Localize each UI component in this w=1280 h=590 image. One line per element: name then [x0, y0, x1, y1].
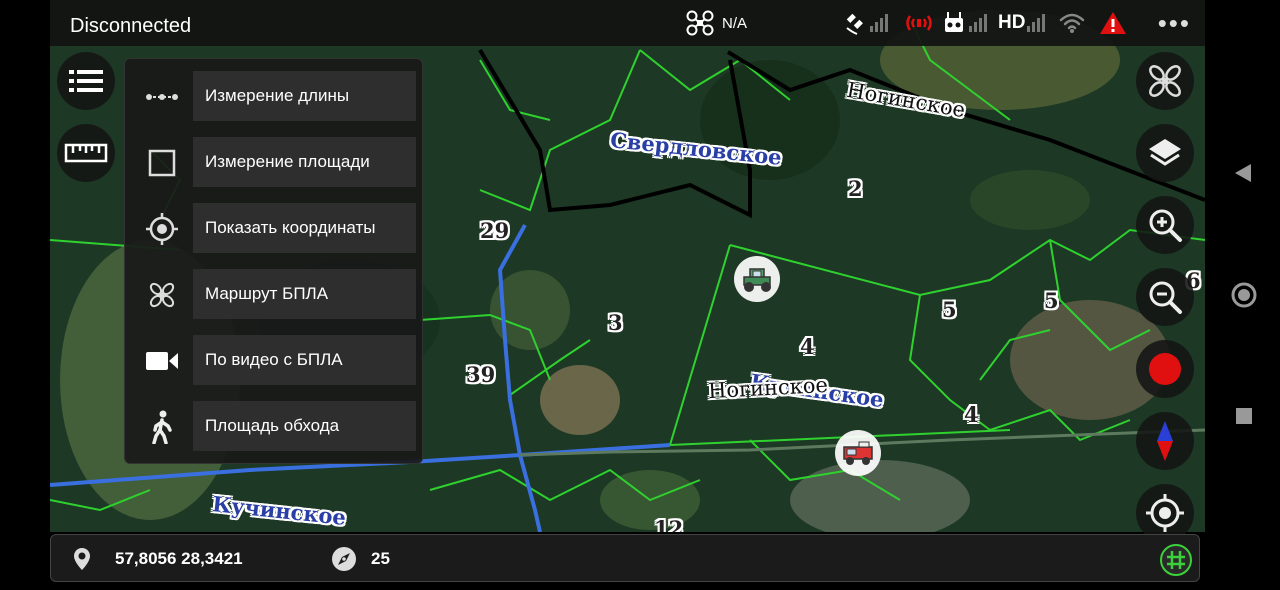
- plot-number: 29: [480, 218, 510, 243]
- menu-item-uav-video[interactable]: По видео с БПЛА: [125, 335, 424, 387]
- satellite-icon: [846, 13, 888, 35]
- compass-heading-icon: [332, 547, 356, 571]
- drone-icon: [1149, 65, 1181, 97]
- fire-truck-marker[interactable]: [835, 430, 881, 476]
- menu-item-label: Измерение площади: [205, 152, 370, 171]
- menu-item-patrol-area[interactable]: Площадь обхода: [125, 401, 424, 453]
- plot-number: 39: [466, 362, 496, 387]
- video-camera-icon: [130, 337, 194, 385]
- app-screen: Свердловское Ногинское Кучинское Ногинск…: [0, 0, 1280, 590]
- tractor-icon: [743, 268, 771, 292]
- connection-status: Disconnected: [70, 15, 192, 37]
- measure-tools-button[interactable]: [57, 124, 115, 182]
- menu-item-label: Маршрут БПЛА: [205, 284, 329, 303]
- heading-value: 25: [371, 549, 390, 568]
- android-recents-icon[interactable]: [1235, 407, 1253, 425]
- menu-item-label: Площадь обхода: [205, 416, 340, 435]
- layers-list-button[interactable]: [57, 52, 115, 110]
- drone-route-icon: [130, 271, 194, 319]
- plot-number: 4: [964, 402, 979, 427]
- drone-status[interactable]: N/A: [686, 10, 747, 36]
- walking-person-icon: [130, 403, 194, 451]
- record-button[interactable]: [1136, 340, 1194, 398]
- android-back-icon[interactable]: [1233, 162, 1253, 184]
- square-area-icon: [130, 139, 194, 187]
- menu-item-label: Показать координаты: [205, 218, 376, 237]
- ruler-icon: [64, 143, 108, 163]
- menu-item-uav-route[interactable]: Маршрут БПЛА: [125, 269, 424, 321]
- grid-toggle-icon[interactable]: [1159, 543, 1193, 577]
- menu-item-label: Измерение длины: [205, 86, 350, 105]
- plot-number: 12: [654, 516, 684, 532]
- wifi-icon: [1059, 13, 1085, 33]
- plot-number: 3: [608, 310, 623, 335]
- drone-status-label: N/A: [722, 14, 748, 32]
- location-pin-icon: [74, 548, 90, 570]
- rc-signal-icon: [906, 15, 932, 31]
- zoom-out-button[interactable]: [1136, 268, 1194, 326]
- compass-button[interactable]: [1136, 412, 1194, 470]
- map-layers-button[interactable]: [1136, 124, 1194, 182]
- menu-item-area-measure[interactable]: Измерение площади: [125, 137, 424, 189]
- plot-number: 5: [942, 297, 957, 322]
- warning-indicator[interactable]: [1098, 10, 1128, 36]
- plot-number: 5: [1044, 288, 1059, 313]
- hd-signal: HD: [998, 10, 1047, 36]
- crosshair-icon: [130, 205, 194, 253]
- target-location-icon: [1146, 494, 1184, 532]
- zoom-in-icon: [1149, 209, 1182, 242]
- remote-controller-icon: [945, 12, 987, 32]
- satellite-signal: [844, 10, 890, 36]
- measure-tools-menu: Измерение длины Измерение площади Показа…: [124, 58, 423, 464]
- coordinates-value: 57,8056 28,3421: [115, 549, 243, 568]
- bottom-info-bar: 57,8056 28,3421 25: [50, 534, 1200, 582]
- rc-link-indicator: [903, 10, 935, 36]
- top-status-bar: Disconnected N/A HD •••: [50, 0, 1205, 46]
- zoom-in-button[interactable]: [1136, 196, 1194, 254]
- plot-number: 4: [800, 334, 815, 359]
- tractor-marker[interactable]: [734, 256, 780, 302]
- drone-view-button[interactable]: [1136, 52, 1194, 110]
- fire-truck-icon: [843, 441, 873, 465]
- zoom-out-icon: [1149, 281, 1182, 314]
- menu-item-label: По видео с БПЛА: [205, 350, 343, 369]
- remote-controller-signal: [943, 10, 989, 36]
- hd-signal-bars-icon: [1027, 14, 1046, 32]
- list-icon: [69, 70, 103, 92]
- wifi-status: [1058, 10, 1086, 36]
- hd-label: HD: [998, 12, 1026, 33]
- overflow-menu-button[interactable]: •••: [1158, 10, 1191, 36]
- record-icon: [1149, 353, 1181, 385]
- warning-icon: [1100, 12, 1126, 34]
- layers-icon: [1149, 139, 1181, 166]
- plot-number: 2: [848, 176, 863, 201]
- android-home-icon[interactable]: [1230, 281, 1258, 309]
- drone-icon: [686, 10, 714, 36]
- compass-icon: [1157, 421, 1173, 461]
- menu-item-show-coordinates[interactable]: Показать координаты: [125, 203, 424, 255]
- menu-item-length-measure[interactable]: Измерение длины: [125, 71, 424, 123]
- line-measure-icon: [130, 73, 194, 121]
